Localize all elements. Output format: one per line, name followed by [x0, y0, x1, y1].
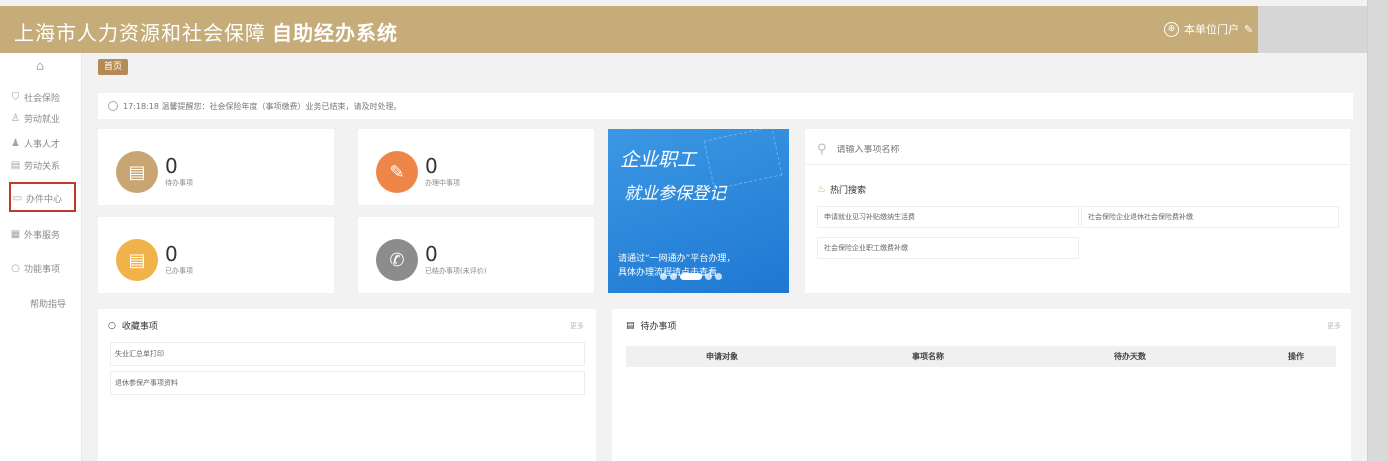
app-title-main: 上海市人力资源和社会保障 [14, 21, 266, 45]
stat-label: 已办事项 [165, 267, 193, 275]
home-icon[interactable]: ⌂ [32, 59, 48, 74]
sidebar-item-employment[interactable]: ♙ 劳动就业 [10, 112, 60, 125]
todo-table-header: 申请对象 事项名称 待办天数 操作 [626, 346, 1336, 367]
sidebar-item-label: 人事人才 [24, 140, 61, 150]
unit-portal-link[interactable]: ⊕ 本单位门户 ✎ [1164, 21, 1253, 37]
favorites-panel: ○ 收藏事项 更多 失业汇总单打印 退休参保产事项资料 [98, 309, 596, 461]
sidebar-item-labor-relations[interactable]: ▤ 劳动关系 [10, 159, 60, 172]
breadcrumb-home[interactable]: 首页 [98, 59, 129, 75]
document-icon: ▤ [10, 160, 21, 171]
sidebar: ⌂ ⛉ 社会保险 ♙ 劳动就业 ♟ 人事人才 ▤ 劳动关系 ▭ 办件中心 ▦ 外… [0, 53, 82, 461]
notice-bar: 17:18:18 温馨提醒您：社会保险年度（事项缴费）业务已结束，请及时处理。 [98, 93, 1353, 119]
shield-icon: ⛉ [11, 92, 20, 103]
promo-banner[interactable]: 企业职工 就业参保登记 请通过“一网通办”平台办理， 具体办理流程请点击查看 [608, 129, 789, 293]
stat-value: 0 [425, 154, 438, 178]
todo-title: ▤ 待办事项 [626, 319, 677, 333]
circle-icon: ○ [11, 263, 20, 274]
column-header-action: 操作 [1288, 352, 1304, 361]
favorites-title: ○ 收藏事项 [108, 319, 158, 333]
favorites-more-link[interactable]: 更多 [570, 321, 584, 331]
search-input[interactable] [836, 144, 1237, 155]
banner-title-line2: 就业参保登记 [624, 184, 726, 204]
carousel-dot[interactable] [660, 273, 667, 280]
sidebar-item-help[interactable]: 帮助指导 [30, 297, 66, 310]
app-title: 上海市人力资源和社会保障 自助经办系统 [14, 17, 398, 46]
carousel-dot-active[interactable] [680, 273, 702, 280]
carousel-dot[interactable] [670, 273, 677, 280]
sidebar-item-label: 社会保险 [24, 94, 61, 104]
app-window: 上海市人力资源和社会保障 自助经办系统 ⊕ 本单位门户 ✎ ⌂ ⛉ 社会保险 ♙ … [0, 0, 1368, 461]
stat-value: 0 [165, 154, 178, 178]
stat-value: 0 [165, 242, 178, 266]
circle-icon: ○ [108, 320, 116, 331]
sidebar-item-label: 帮助指导 [30, 300, 67, 310]
favorites-title-label: 收藏事项 [121, 322, 158, 332]
sidebar-item-foreign-affairs[interactable]: ▦ 外事服务 [10, 228, 60, 241]
list-icon: ▤ [626, 320, 635, 331]
list-icon: ▦ [10, 229, 21, 240]
todo-title-label: 待办事项 [640, 322, 677, 332]
stat-card-in-progress[interactable]: ✎ 0 办理中事项 [358, 129, 594, 205]
user-icon: ♟ [11, 138, 20, 149]
person-icon: ♙ [11, 113, 20, 124]
carousel-dots[interactable] [660, 273, 722, 280]
banner-subtitle-line1: 请通过“一网通办”平台办理， [618, 254, 736, 264]
edit-icon: ✎ [376, 151, 418, 193]
edit-icon: ✎ [1244, 22, 1254, 36]
document-icon: ▤ [116, 151, 158, 193]
sidebar-item-talent[interactable]: ♟ 人事人才 [10, 137, 60, 150]
stat-label: 待办事项 [165, 179, 193, 187]
search-box: ⚲ [805, 135, 1350, 165]
header-right-area [1258, 6, 1367, 53]
phone-icon: ✆ [376, 239, 418, 281]
document-icon: ▤ [116, 239, 158, 281]
sidebar-item-label: 劳动关系 [24, 162, 61, 172]
hot-search-item[interactable]: 社会保险企业退休社会保险费补缴 [1081, 206, 1339, 228]
hot-search-item[interactable]: 申请就业见习补贴缴纳生活费 [817, 206, 1079, 228]
hot-search-item[interactable]: 社会保险企业职工缴费补缴 [817, 237, 1079, 259]
search-icon[interactable]: ⚲ [817, 142, 827, 157]
top-header: 上海市人力资源和社会保障 自助经办系统 ⊕ 本单位门户 ✎ [0, 6, 1367, 53]
fire-icon: ♨ [817, 184, 826, 195]
sidebar-item-function[interactable]: ○ 功能事项 [10, 262, 60, 275]
hot-search-label: 热门搜索 [829, 186, 866, 196]
sidebar-item-case-center[interactable]: ▭ 办件中心 [12, 192, 62, 205]
notice-text: 17:18:18 温馨提醒您：社会保险年度（事项缴费）业务已结束，请及时处理。 [123, 101, 402, 111]
column-header-days: 待办天数 [1114, 352, 1146, 361]
hot-search-title: ♨ 热门搜索 [817, 183, 866, 196]
stat-card-done[interactable]: ▤ 0 已办事项 [98, 217, 334, 293]
portal-icon: ⊕ [1164, 21, 1179, 37]
sidebar-item-social-insurance[interactable]: ⛉ 社会保险 [10, 91, 60, 104]
stat-value: 0 [425, 242, 438, 266]
sidebar-item-label: 劳动就业 [24, 115, 61, 125]
todo-panel: ▤ 待办事项 更多 申请对象 事项名称 待办天数 操作 [612, 309, 1351, 461]
sidebar-item-label: 外事服务 [24, 231, 61, 241]
clock-icon [108, 101, 118, 111]
stat-card-closed[interactable]: ✆ 0 已结办事项(未评价) [358, 217, 594, 293]
banner-title-line1: 企业职工 [620, 149, 697, 171]
column-header-item-name: 事项名称 [912, 352, 944, 361]
column-header-applicant: 申请对象 [706, 352, 738, 361]
favorite-item[interactable]: 失业汇总单打印 [110, 342, 585, 366]
favorite-item[interactable]: 退休参保产事项资料 [110, 371, 585, 395]
folder-icon: ▭ [12, 193, 23, 204]
sidebar-item-label: 办件中心 [26, 195, 63, 205]
search-panel: ⚲ ♨ 热门搜索 申请就业见习补贴缴纳生活费 社会保险企业退休社会保险费补缴 社… [805, 129, 1350, 293]
stat-label: 办理中事项 [425, 179, 460, 187]
stat-label: 已结办事项(未评价) [425, 267, 487, 275]
stat-card-pending[interactable]: ▤ 0 待办事项 [98, 129, 334, 205]
todo-more-link[interactable]: 更多 [1327, 321, 1341, 331]
sidebar-item-label: 功能事项 [24, 265, 61, 275]
portal-label: 本单位门户 [1184, 23, 1239, 36]
carousel-dot[interactable] [715, 273, 722, 280]
carousel-dot[interactable] [705, 273, 712, 280]
app-title-bold: 自助经办系统 [272, 21, 398, 45]
